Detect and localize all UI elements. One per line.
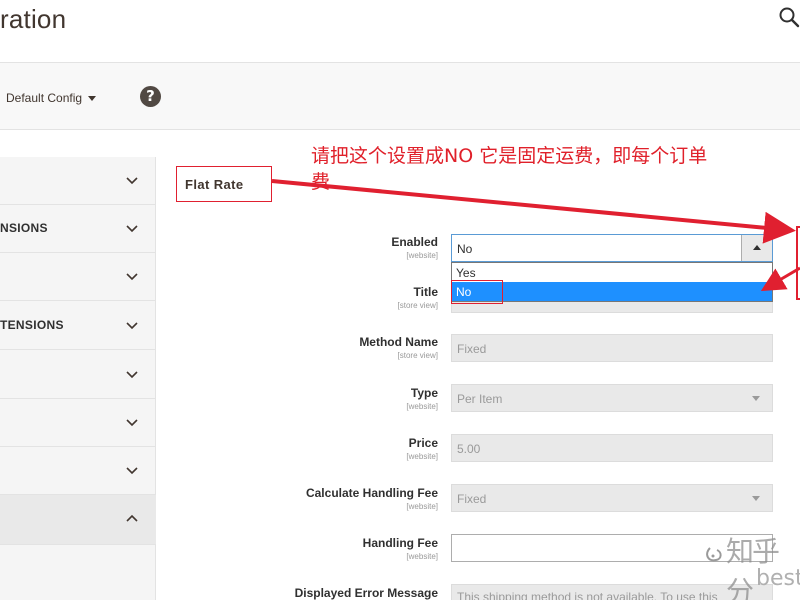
sidebar-item-3[interactable] xyxy=(0,253,156,301)
chevron-down-icon xyxy=(126,371,138,379)
chevron-down-icon xyxy=(126,467,138,475)
sidebar-item-sales-active[interactable] xyxy=(0,495,156,545)
title-scope: [store view] xyxy=(397,301,438,310)
arrow-up-icon xyxy=(753,245,761,250)
select-arrow[interactable] xyxy=(741,385,772,411)
sidebar-item-1[interactable] xyxy=(0,157,156,205)
scope-switcher-label: Default Config xyxy=(6,91,83,105)
calc-handling-fee-label: Calculate Handling Fee xyxy=(305,486,438,500)
chevron-down-icon xyxy=(126,273,138,281)
enabled-select[interactable]: No xyxy=(451,234,773,262)
annotation-box xyxy=(796,226,800,300)
scope-switcher[interactable]: Default Config xyxy=(6,91,97,105)
error-message-label: Displayed Error Message xyxy=(294,586,438,600)
method-name-label: Method Name xyxy=(359,335,438,349)
price-input[interactable]: 5.00 xyxy=(451,434,773,462)
enabled-select-value: No xyxy=(457,242,473,256)
method-name-scope: [store view] xyxy=(397,351,438,360)
caret-down-icon xyxy=(88,96,97,102)
error-message-value: This shipping method is not available. T… xyxy=(457,590,718,600)
arrow-down-icon xyxy=(752,396,760,401)
select-arrow[interactable] xyxy=(741,235,772,261)
chevron-down-icon xyxy=(126,225,138,233)
price-label: Price xyxy=(408,436,438,450)
section-title: Flat Rate xyxy=(185,177,244,192)
section-title-box: Flat Rate xyxy=(176,166,272,202)
chevron-up-icon xyxy=(126,514,138,522)
highlight-box xyxy=(451,280,503,304)
type-label: Type xyxy=(410,386,438,400)
sidebar-item-label: NSIONS xyxy=(0,221,48,235)
sidebar-item-more-extensions[interactable]: TENSIONS xyxy=(0,302,156,350)
price-scope: [website] xyxy=(406,452,438,461)
type-select[interactable]: Per Item xyxy=(451,384,773,412)
annotation-line-2: 费 xyxy=(311,171,331,193)
watermark-subtext: best xyxy=(756,566,800,591)
help-icon[interactable]: ? xyxy=(140,86,161,107)
page-title: ration xyxy=(0,4,67,34)
select-arrow[interactable] xyxy=(741,485,772,511)
calc-handling-fee-scope: [website] xyxy=(406,502,438,511)
chevron-down-icon xyxy=(126,322,138,330)
handling-fee-scope: [website] xyxy=(406,552,438,561)
calc-handling-fee-value: Fixed xyxy=(457,492,487,506)
enabled-scope: [website] xyxy=(406,251,438,260)
arrow-down-icon xyxy=(752,496,760,501)
sidebar-item-extensions[interactable]: NSIONS xyxy=(0,205,156,253)
config-sidebar: NSIONS TENSIONS xyxy=(0,157,156,600)
type-select-value: Per Item xyxy=(457,392,503,406)
sidebar-item-label: TENSIONS xyxy=(0,318,64,332)
annotation-text: 请把这个设置成NO 它是固定运费，即每个订单 费 xyxy=(311,143,800,195)
title-label: Title xyxy=(413,285,438,299)
type-scope: [website] xyxy=(406,402,438,411)
annotation-line-1: 请把这个设置成NO 它是固定运费，即每个订单 xyxy=(311,145,708,167)
chevron-down-icon xyxy=(126,177,138,185)
chevron-down-icon xyxy=(126,419,138,427)
sidebar-item-6[interactable] xyxy=(0,399,156,447)
sidebar-item-5[interactable] xyxy=(0,351,156,399)
price-value: 5.00 xyxy=(457,442,481,456)
option-label: Yes xyxy=(456,266,476,280)
calc-handling-fee-select[interactable]: Fixed xyxy=(451,484,773,512)
method-name-input[interactable]: Fixed xyxy=(451,334,773,362)
method-name-value: Fixed xyxy=(457,342,487,356)
scope-bar: Default Config ? xyxy=(0,62,800,130)
handling-fee-label: Handling Fee xyxy=(362,536,438,550)
enabled-label: Enabled xyxy=(391,235,438,249)
sidebar-item-7[interactable] xyxy=(0,447,156,495)
search-icon[interactable] xyxy=(778,6,800,28)
